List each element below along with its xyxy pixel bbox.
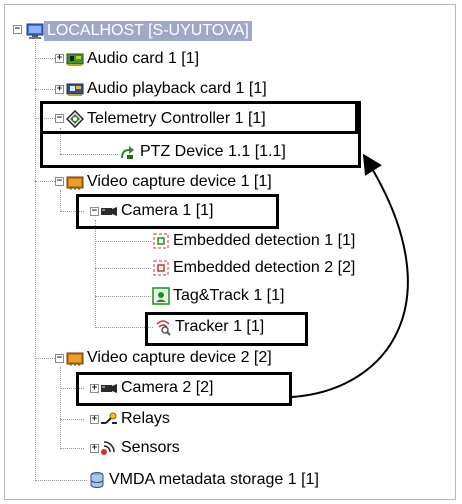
link-arrow bbox=[291, 153, 409, 398]
